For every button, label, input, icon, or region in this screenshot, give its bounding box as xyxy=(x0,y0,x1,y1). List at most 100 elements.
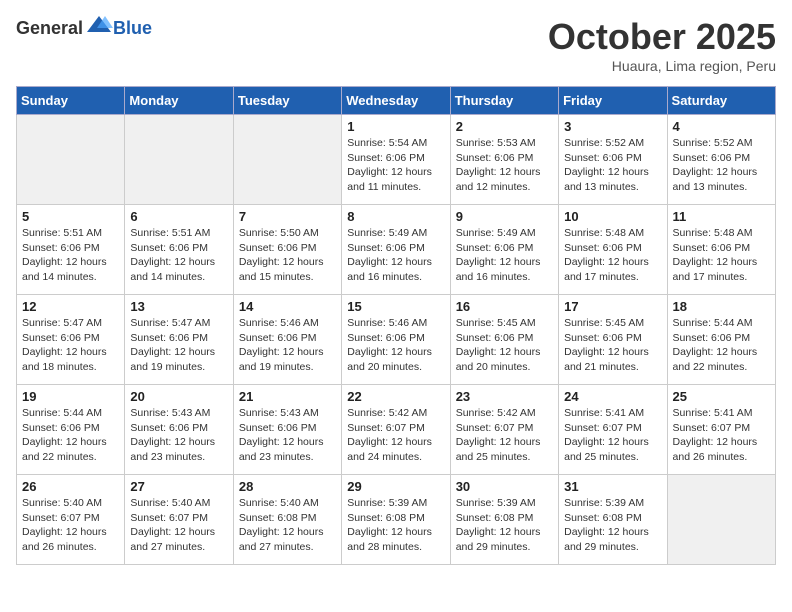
calendar-cell: 28 Sunrise: 5:40 AM Sunset: 6:08 PM Dayli… xyxy=(233,475,341,565)
day-info: Sunrise: 5:46 AM Sunset: 6:06 PM Dayligh… xyxy=(347,316,444,375)
calendar-cell xyxy=(233,115,341,205)
day-number: 18 xyxy=(673,299,770,314)
day-info: Sunrise: 5:39 AM Sunset: 6:08 PM Dayligh… xyxy=(456,496,553,555)
calendar-cell: 20 Sunrise: 5:43 AM Sunset: 6:06 PM Dayli… xyxy=(125,385,233,475)
day-info: Sunrise: 5:39 AM Sunset: 6:08 PM Dayligh… xyxy=(564,496,661,555)
day-info: Sunrise: 5:47 AM Sunset: 6:06 PM Dayligh… xyxy=(22,316,119,375)
day-number: 20 xyxy=(130,389,227,404)
calendar-cell: 12 Sunrise: 5:47 AM Sunset: 6:06 PM Dayli… xyxy=(17,295,125,385)
day-info: Sunrise: 5:40 AM Sunset: 6:08 PM Dayligh… xyxy=(239,496,336,555)
day-info: Sunrise: 5:52 AM Sunset: 6:06 PM Dayligh… xyxy=(673,136,770,195)
day-info: Sunrise: 5:47 AM Sunset: 6:06 PM Dayligh… xyxy=(130,316,227,375)
calendar-cell: 19 Sunrise: 5:44 AM Sunset: 6:06 PM Dayli… xyxy=(17,385,125,475)
title-area: October 2025 Huaura, Lima region, Peru xyxy=(548,16,776,74)
day-info: Sunrise: 5:49 AM Sunset: 6:06 PM Dayligh… xyxy=(456,226,553,285)
day-number: 11 xyxy=(673,209,770,224)
day-info: Sunrise: 5:45 AM Sunset: 6:06 PM Dayligh… xyxy=(456,316,553,375)
calendar-cell: 11 Sunrise: 5:48 AM Sunset: 6:06 PM Dayli… xyxy=(667,205,775,295)
day-number: 29 xyxy=(347,479,444,494)
day-number: 31 xyxy=(564,479,661,494)
weekday-header-friday: Friday xyxy=(559,87,667,115)
calendar-cell: 27Sunrise: 5:40 AM Sunset: 6:07 PM Dayli… xyxy=(125,475,233,565)
day-info: Sunrise: 5:49 AM Sunset: 6:06 PM Dayligh… xyxy=(347,226,444,285)
calendar-cell xyxy=(17,115,125,205)
day-info: Sunrise: 5:48 AM Sunset: 6:06 PM Dayligh… xyxy=(564,226,661,285)
calendar-cell: 21Sunrise: 5:43 AM Sunset: 6:06 PM Dayli… xyxy=(233,385,341,475)
day-number: 19 xyxy=(22,389,119,404)
day-info: Sunrise: 5:40 AM Sunset: 6:07 PM Dayligh… xyxy=(22,496,119,555)
calendar-cell: 30 Sunrise: 5:39 AM Sunset: 6:08 PM Dayli… xyxy=(450,475,558,565)
day-info: Sunrise: 5:43 AM Sunset: 6:06 PM Dayligh… xyxy=(130,406,227,465)
day-number: 6 xyxy=(130,209,227,224)
calendar-cell: 8 Sunrise: 5:49 AM Sunset: 6:06 PM Daylig… xyxy=(342,205,450,295)
day-info: Sunrise: 5:44 AM Sunset: 6:06 PM Dayligh… xyxy=(673,316,770,375)
calendar-cell: 6 Sunrise: 5:51 AM Sunset: 6:06 PM Daylig… xyxy=(125,205,233,295)
page-header: General Blue October 2025 Huaura, Lima r… xyxy=(16,16,776,74)
day-number: 23 xyxy=(456,389,553,404)
calendar-table: SundayMondayTuesdayWednesdayThursdayFrid… xyxy=(16,86,776,565)
day-number: 16 xyxy=(456,299,553,314)
logo-blue-text: Blue xyxy=(113,18,152,39)
calendar-cell: 5Sunrise: 5:51 AM Sunset: 6:06 PM Daylig… xyxy=(17,205,125,295)
day-info: Sunrise: 5:52 AM Sunset: 6:06 PM Dayligh… xyxy=(564,136,661,195)
logo-general-text: General xyxy=(16,18,83,39)
calendar-cell: 23Sunrise: 5:42 AM Sunset: 6:07 PM Dayli… xyxy=(450,385,558,475)
day-info: Sunrise: 5:50 AM Sunset: 6:06 PM Dayligh… xyxy=(239,226,336,285)
logo: General Blue xyxy=(16,16,152,40)
day-info: Sunrise: 5:48 AM Sunset: 6:06 PM Dayligh… xyxy=(673,226,770,285)
day-number: 30 xyxy=(456,479,553,494)
week-row-4: 19 Sunrise: 5:44 AM Sunset: 6:06 PM Dayli… xyxy=(17,385,776,475)
week-row-5: 26 Sunrise: 5:40 AM Sunset: 6:07 PM Dayli… xyxy=(17,475,776,565)
calendar-cell: 25 Sunrise: 5:41 AM Sunset: 6:07 PM Dayli… xyxy=(667,385,775,475)
day-info: Sunrise: 5:42 AM Sunset: 6:07 PM Dayligh… xyxy=(347,406,444,465)
calendar-cell: 7 Sunrise: 5:50 AM Sunset: 6:06 PM Daylig… xyxy=(233,205,341,295)
day-number: 15 xyxy=(347,299,444,314)
day-number: 27 xyxy=(130,479,227,494)
day-info: Sunrise: 5:41 AM Sunset: 6:07 PM Dayligh… xyxy=(673,406,770,465)
calendar-cell: 14Sunrise: 5:46 AM Sunset: 6:06 PM Dayli… xyxy=(233,295,341,385)
week-row-1: 1Sunrise: 5:54 AM Sunset: 6:06 PM Daylig… xyxy=(17,115,776,205)
calendar-cell: 9 Sunrise: 5:49 AM Sunset: 6:06 PM Daylig… xyxy=(450,205,558,295)
weekday-header-tuesday: Tuesday xyxy=(233,87,341,115)
weekday-header-sunday: Sunday xyxy=(17,87,125,115)
day-number: 25 xyxy=(673,389,770,404)
day-number: 4 xyxy=(673,119,770,134)
calendar-cell: 4 Sunrise: 5:52 AM Sunset: 6:06 PM Daylig… xyxy=(667,115,775,205)
calendar-cell: 3 Sunrise: 5:52 AM Sunset: 6:06 PM Daylig… xyxy=(559,115,667,205)
day-info: Sunrise: 5:43 AM Sunset: 6:06 PM Dayligh… xyxy=(239,406,336,465)
day-number: 3 xyxy=(564,119,661,134)
day-info: Sunrise: 5:51 AM Sunset: 6:06 PM Dayligh… xyxy=(130,226,227,285)
calendar-cell: 2 Sunrise: 5:53 AM Sunset: 6:06 PM Daylig… xyxy=(450,115,558,205)
calendar-cell: 31 Sunrise: 5:39 AM Sunset: 6:08 PM Dayli… xyxy=(559,475,667,565)
day-info: Sunrise: 5:54 AM Sunset: 6:06 PM Dayligh… xyxy=(347,136,444,195)
week-row-2: 5Sunrise: 5:51 AM Sunset: 6:06 PM Daylig… xyxy=(17,205,776,295)
day-number: 22 xyxy=(347,389,444,404)
calendar-cell xyxy=(667,475,775,565)
day-number: 7 xyxy=(239,209,336,224)
day-number: 2 xyxy=(456,119,553,134)
calendar-cell: 22 Sunrise: 5:42 AM Sunset: 6:07 PM Dayli… xyxy=(342,385,450,475)
day-number: 24 xyxy=(564,389,661,404)
calendar-cell: 13Sunrise: 5:47 AM Sunset: 6:06 PM Dayli… xyxy=(125,295,233,385)
calendar-cell: 16 Sunrise: 5:45 AM Sunset: 6:06 PM Dayli… xyxy=(450,295,558,385)
day-info: Sunrise: 5:39 AM Sunset: 6:08 PM Dayligh… xyxy=(347,496,444,555)
calendar-cell: 26 Sunrise: 5:40 AM Sunset: 6:07 PM Dayli… xyxy=(17,475,125,565)
weekday-header-wednesday: Wednesday xyxy=(342,87,450,115)
day-info: Sunrise: 5:44 AM Sunset: 6:06 PM Dayligh… xyxy=(22,406,119,465)
week-row-3: 12 Sunrise: 5:47 AM Sunset: 6:06 PM Dayli… xyxy=(17,295,776,385)
calendar-cell xyxy=(125,115,233,205)
day-number: 26 xyxy=(22,479,119,494)
day-number: 9 xyxy=(456,209,553,224)
day-number: 12 xyxy=(22,299,119,314)
day-number: 14 xyxy=(239,299,336,314)
logo-icon xyxy=(85,14,113,38)
day-number: 28 xyxy=(239,479,336,494)
day-number: 8 xyxy=(347,209,444,224)
calendar-cell: 18 Sunrise: 5:44 AM Sunset: 6:06 PM Dayli… xyxy=(667,295,775,385)
day-info: Sunrise: 5:45 AM Sunset: 6:06 PM Dayligh… xyxy=(564,316,661,375)
day-info: Sunrise: 5:53 AM Sunset: 6:06 PM Dayligh… xyxy=(456,136,553,195)
calendar-cell: 29 Sunrise: 5:39 AM Sunset: 6:08 PM Dayli… xyxy=(342,475,450,565)
weekday-header-row: SundayMondayTuesdayWednesdayThursdayFrid… xyxy=(17,87,776,115)
day-number: 10 xyxy=(564,209,661,224)
day-number: 17 xyxy=(564,299,661,314)
